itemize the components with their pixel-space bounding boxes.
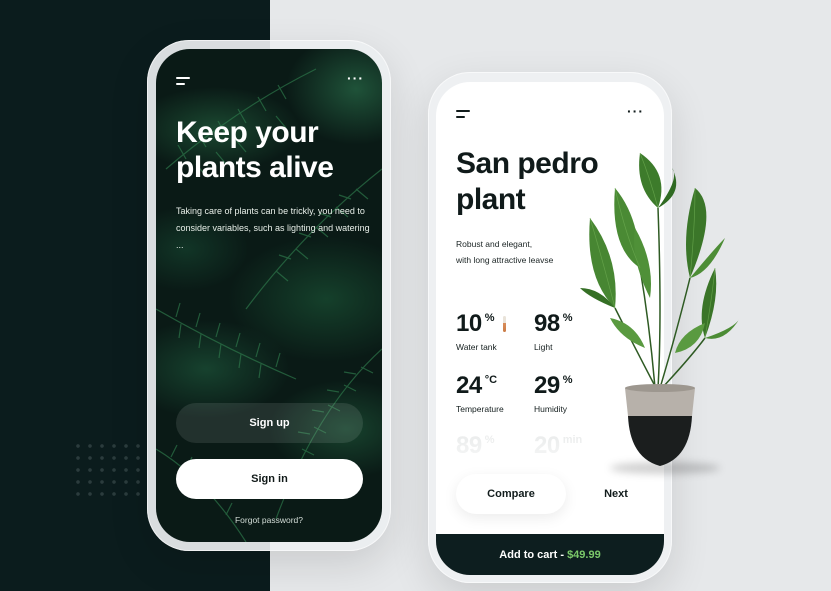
- stat-label: Temperature: [456, 404, 504, 414]
- more-dots-icon[interactable]: ···: [627, 104, 644, 118]
- hero-description: Taking care of plants can be trickly, yo…: [176, 206, 370, 250]
- stat-value: 10: [456, 310, 482, 337]
- stat-label: Light: [534, 342, 553, 352]
- dot-grid-decoration: [72, 440, 142, 504]
- stat-unit: %: [562, 312, 573, 324]
- add-to-cart-label: Add to cart -: [499, 548, 565, 561]
- menu-icon[interactable]: [176, 77, 190, 89]
- stat-unit: %: [562, 374, 573, 386]
- sign-up-button[interactable]: Sign up: [176, 403, 363, 443]
- menu-icon[interactable]: [456, 110, 470, 122]
- stat-temperature: 24 °C Temperature: [456, 372, 504, 414]
- compare-button[interactable]: Compare: [456, 474, 566, 514]
- stat-light: 98% Light: [534, 310, 572, 352]
- cart-price: $49.99: [567, 548, 601, 561]
- stat-water-tank: 10% Water tank: [456, 310, 497, 352]
- stat-label: Water tank: [456, 342, 497, 352]
- stat-value: 98: [534, 310, 560, 337]
- more-dots-icon[interactable]: ···: [347, 71, 364, 85]
- stat-value: 29: [534, 372, 560, 399]
- stat-humidity: 29% Humidity: [534, 372, 572, 414]
- add-to-cart-button[interactable]: Add to cart - $49.99: [436, 534, 664, 575]
- stat-label: Humidity: [534, 404, 568, 414]
- stat-value: 24: [456, 372, 482, 399]
- stat-unit: %: [484, 312, 495, 324]
- forgot-password-link[interactable]: Forgot password?: [156, 515, 382, 525]
- welcome-screen: ··· Keep your plants alive Taking care o…: [156, 49, 382, 542]
- next-button[interactable]: Next: [586, 474, 646, 514]
- hero-title: Keep your plants alive: [176, 116, 334, 184]
- stat-unit: °C: [484, 374, 498, 386]
- potted-plant-image: [580, 152, 740, 466]
- thermometer-icon: [503, 316, 506, 332]
- sign-in-button[interactable]: Sign in: [176, 459, 363, 499]
